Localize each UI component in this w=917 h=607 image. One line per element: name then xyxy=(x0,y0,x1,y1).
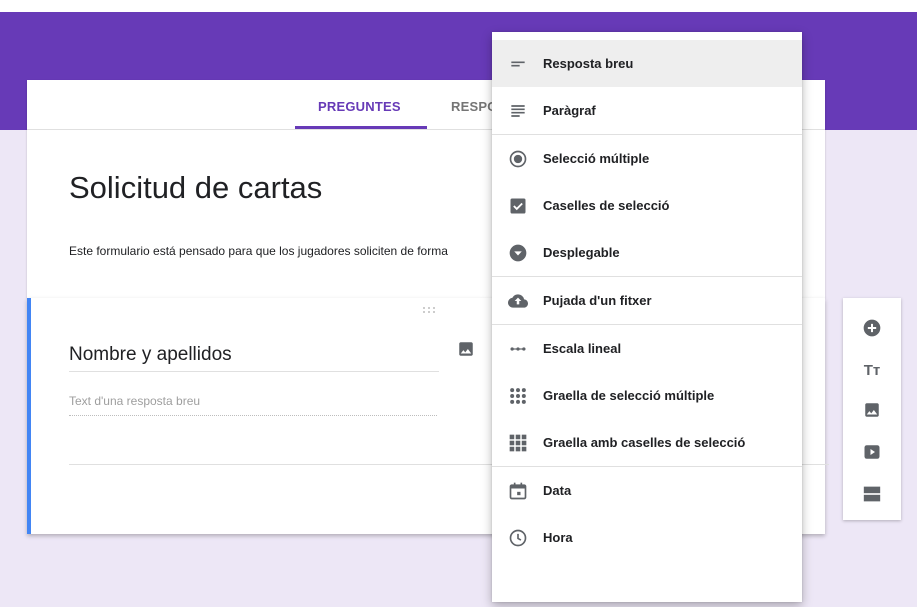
menu-item-time[interactable]: Hora xyxy=(492,514,802,561)
menu-item-label: Data xyxy=(543,483,572,498)
menu-item-linear-scale[interactable]: Escala lineal xyxy=(492,325,802,372)
dropdown-icon xyxy=(507,242,529,264)
dots-grid-icon xyxy=(507,385,529,407)
add-title-icon[interactable]: Tт xyxy=(862,360,882,380)
menu-item-multiple-choice[interactable]: Selecció múltiple xyxy=(492,135,802,182)
answer-preview: Text d'una resposta breu xyxy=(69,394,437,416)
calendar-icon xyxy=(507,480,529,502)
menu-item-checkboxes[interactable]: Caselles de selecció xyxy=(492,182,802,229)
form-description[interactable]: Este formulario está pensado para que lo… xyxy=(69,244,509,258)
menu-item-label: Resposta breu xyxy=(543,56,634,71)
drag-handle-icon[interactable] xyxy=(421,306,437,316)
question-type-menu: Resposta breu Paràgraf Selecció múltiple… xyxy=(492,32,802,602)
radio-button-icon xyxy=(507,148,529,170)
side-toolbar: Tт xyxy=(843,298,901,520)
menu-item-label: Desplegable xyxy=(543,245,620,260)
menu-item-file-upload[interactable]: Pujada d'un fitxer xyxy=(492,277,802,324)
paragraph-icon xyxy=(507,100,529,122)
top-strip xyxy=(0,0,917,12)
menu-item-checkbox-grid[interactable]: Graella amb caselles de selecció xyxy=(492,419,802,466)
checkbox-icon xyxy=(507,195,529,217)
form-title[interactable]: Solicitud de cartas xyxy=(69,170,322,206)
add-section-icon[interactable] xyxy=(862,484,882,504)
add-video-icon[interactable] xyxy=(862,442,882,462)
checkbox-grid-icon xyxy=(507,432,529,454)
question-title-input[interactable]: Nombre y apellidos xyxy=(69,342,439,372)
menu-item-label: Graella amb caselles de selecció xyxy=(543,435,746,450)
menu-item-label: Pujada d'un fitxer xyxy=(543,293,652,308)
short-answer-icon xyxy=(507,53,529,75)
clock-icon xyxy=(507,527,529,549)
tab-questions[interactable]: PREGUNTES xyxy=(318,80,401,130)
linear-scale-icon xyxy=(507,338,529,360)
menu-item-label: Escala lineal xyxy=(543,341,622,356)
add-image-icon[interactable] xyxy=(862,400,882,420)
add-question-icon[interactable] xyxy=(862,318,882,338)
active-tab-indicator xyxy=(295,126,427,129)
menu-item-date[interactable]: Data xyxy=(492,467,802,514)
menu-item-label: Paràgraf xyxy=(543,103,596,118)
menu-item-dropdown[interactable]: Desplegable xyxy=(492,229,802,276)
menu-item-label: Hora xyxy=(543,530,573,545)
menu-item-label: Selecció múltiple xyxy=(543,151,650,166)
add-image-icon[interactable] xyxy=(457,340,475,358)
menu-item-label: Graella de selecció múltiple xyxy=(543,388,715,403)
menu-item-multiple-choice-grid[interactable]: Graella de selecció múltiple xyxy=(492,372,802,419)
menu-item-label: Caselles de selecció xyxy=(543,198,670,213)
menu-item-paragraph[interactable]: Paràgraf xyxy=(492,87,802,134)
menu-item-short-answer[interactable]: Resposta breu xyxy=(492,40,802,87)
cloud-upload-icon xyxy=(507,290,529,312)
